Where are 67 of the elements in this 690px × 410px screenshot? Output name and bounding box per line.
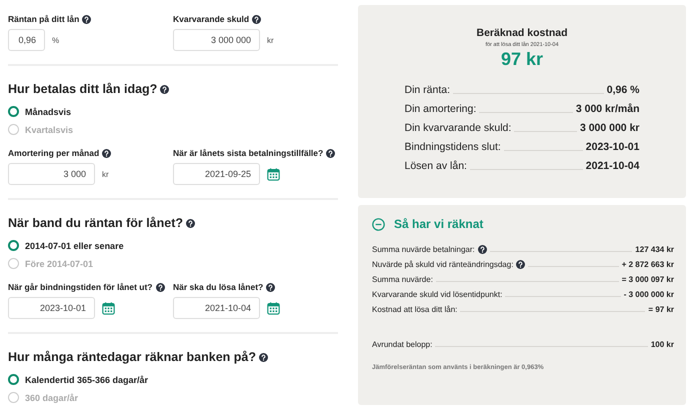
section-heading: Så har vi räknat (394, 217, 484, 231)
row-value: 2023-10-01 (586, 141, 640, 153)
row-value: + 2 872 663 kr (622, 260, 674, 269)
help-icon[interactable] (156, 282, 164, 292)
row-value: = 3 000 097 kr (622, 275, 674, 284)
input-field[interactable]: 3 000 (8, 163, 95, 185)
calendar-icon[interactable] (267, 301, 280, 315)
field-label: Kvarvarande skuld (173, 14, 250, 24)
row-label: Summa nuvärde: (372, 275, 433, 284)
row-value: 100 kr (650, 340, 674, 349)
help-icon[interactable] (102, 148, 112, 158)
row-value: 0,96 % (606, 84, 640, 96)
help-icon[interactable] (259, 352, 268, 362)
row-value: 3 000 kr/mån (576, 103, 640, 115)
radio-button[interactable] (8, 258, 19, 269)
input-field[interactable]: 3 000 000 (173, 29, 260, 51)
date-field[interactable]: 2021-10-04 (173, 297, 260, 319)
cost-amount: 97 kr (500, 49, 544, 70)
input-field[interactable]: 0,96 (8, 29, 45, 51)
collapse-icon[interactable] (372, 218, 385, 230)
radio-button[interactable] (8, 106, 19, 117)
row-label: Kvarvarande skuld vid lösentidpunkt: (372, 290, 502, 299)
radio-button[interactable] (8, 374, 19, 385)
field-label: Amortering per månad (8, 148, 100, 158)
radio-button[interactable] (8, 392, 19, 403)
row-label: Din kvarvarande skuld: (404, 122, 512, 134)
row-label: Kostnad att lösa ditt lån: (372, 305, 458, 314)
help-icon[interactable] (326, 148, 336, 158)
row-label: Din amortering: (404, 103, 476, 115)
row-value: = 97 kr (648, 305, 674, 314)
result-title: Beräknad kostnad (476, 27, 568, 39)
row-value: 2021-10-04 (586, 160, 640, 172)
section-heading: Hur betalas ditt lån idag? (8, 82, 158, 96)
help-icon[interactable] (266, 282, 276, 292)
row-value: 3 000 000 kr (580, 122, 640, 134)
radio-option[interactable]: Kalendertid 365-366 dagar/år (8, 374, 338, 385)
row-label: Bindningstidens slut: (404, 141, 501, 153)
section-heading: När band du räntan för lånet? (8, 216, 184, 230)
row-label: Summa nuvärde betalningar: (372, 245, 475, 254)
calendar-icon[interactable] (102, 301, 115, 315)
row-label: Nuvärde på skuld vid ränteändringsdag: (372, 260, 514, 269)
unit-label: kr (267, 36, 274, 44)
field-label: När är lånets sista betalningstillfälle? (173, 148, 324, 158)
radio-button[interactable] (8, 124, 19, 135)
calendar-icon[interactable] (267, 167, 280, 181)
help-icon[interactable] (186, 218, 196, 228)
radio-option[interactable]: 2014-07-01 eller senare (8, 240, 338, 251)
row-value: - 3 000 000 kr (624, 290, 674, 299)
help-icon[interactable] (516, 260, 526, 269)
date-field[interactable]: 2023-10-01 (8, 297, 95, 319)
section-heading: Hur många räntedagar räknar banken på? (8, 350, 256, 364)
row-label: Din ränta: (404, 84, 450, 96)
field-label: När går bindningstiden för lånet ut? (8, 282, 152, 292)
row-label: Lösen av lån: (404, 160, 467, 172)
radio-option[interactable]: Månadsvis (8, 106, 338, 117)
field-label: Räntan på ditt lån (8, 14, 80, 24)
help-icon[interactable] (82, 14, 92, 24)
unit-label: kr (102, 170, 109, 178)
help-icon[interactable] (252, 14, 262, 24)
radio-button[interactable] (8, 240, 19, 251)
date-field[interactable]: 2021-09-25 (173, 163, 260, 185)
row-label: Avrundat belopp: (372, 340, 432, 349)
unit-label: % (52, 36, 60, 44)
help-icon[interactable] (160, 84, 170, 94)
row-value: 127 434 kr (635, 245, 674, 254)
field-label: När ska du lösa lånet? (173, 282, 264, 292)
help-icon[interactable] (478, 245, 487, 254)
